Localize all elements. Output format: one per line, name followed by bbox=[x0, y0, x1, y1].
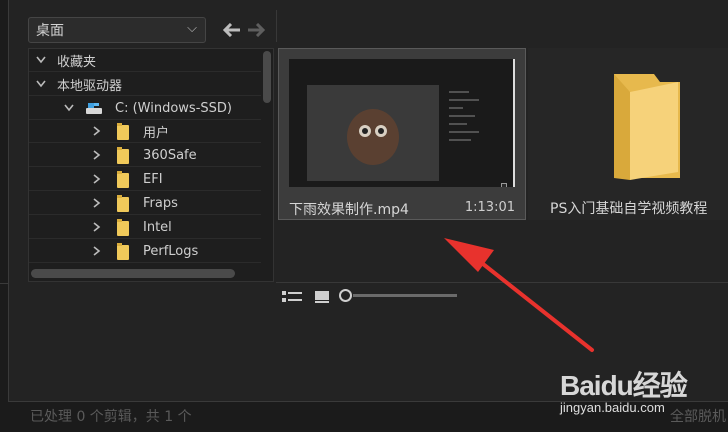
folder-icon bbox=[117, 219, 129, 236]
tiles-divider bbox=[276, 282, 728, 283]
chevron-right-icon[interactable] bbox=[91, 197, 103, 209]
location-dropdown[interactable]: 桌面 ⌵ bbox=[28, 17, 206, 43]
back-button[interactable] bbox=[222, 20, 242, 40]
icon-view-icon[interactable] bbox=[314, 290, 330, 303]
location-label: 桌面 bbox=[36, 23, 64, 39]
tree-item-favorites[interactable]: 收藏夹 bbox=[29, 49, 261, 72]
video-thumbnail[interactable] bbox=[289, 59, 515, 187]
folder-icon bbox=[117, 123, 129, 140]
arrow-left-icon bbox=[223, 23, 240, 37]
thumbnail-frame bbox=[307, 85, 439, 181]
folder-icon bbox=[117, 171, 129, 188]
tree-item-folder[interactable]: 360Safe bbox=[29, 144, 261, 167]
playhead[interactable] bbox=[501, 183, 507, 187]
zoom-slider-knob[interactable] bbox=[339, 289, 352, 302]
tree-item-label: 360Safe bbox=[143, 147, 197, 163]
tree-item-label: EFI bbox=[143, 171, 163, 187]
thumbnail-ui bbox=[449, 91, 479, 141]
thumbnail-edge bbox=[513, 59, 515, 187]
list-view-icon[interactable] bbox=[282, 290, 304, 304]
chevron-down-icon[interactable] bbox=[35, 78, 47, 90]
video-filename: 下雨效果制作.mp4 bbox=[289, 202, 409, 218]
tree-item-label: 用户 bbox=[143, 125, 170, 141]
owl-image bbox=[347, 109, 399, 165]
tree-item-folder[interactable]: PerfLogs bbox=[29, 240, 261, 263]
tree-item-folder[interactable]: EFI bbox=[29, 168, 261, 191]
forward-button[interactable] bbox=[246, 20, 266, 40]
tree-item-label: C: (Windows-SSD) bbox=[115, 100, 232, 116]
chevron-right-icon[interactable] bbox=[91, 245, 103, 257]
tree-item-label: 收藏夹 bbox=[57, 54, 97, 70]
baidu-watermark: Baidu经验 jingyan.baidu.com bbox=[560, 360, 728, 420]
chevron-right-icon[interactable] bbox=[91, 221, 103, 233]
chevron-down-icon[interactable] bbox=[35, 54, 47, 66]
status-text: 已处理 0 个剪辑，共 1 个 bbox=[30, 409, 192, 425]
panel-edge bbox=[0, 283, 8, 284]
drive-icon bbox=[85, 102, 103, 119]
tree-vertical-scrollbar[interactable] bbox=[263, 51, 271, 103]
tree-item-folder[interactable]: 用户 bbox=[29, 120, 261, 143]
tree-item-label: PerfLogs bbox=[143, 243, 199, 259]
toolbar-divider bbox=[276, 10, 277, 42]
folder-name: PS入门基础自学视频教程 bbox=[550, 201, 708, 217]
watermark-logo: Baidu经验 bbox=[560, 370, 688, 401]
chevron-down-icon[interactable] bbox=[63, 102, 75, 114]
zoom-slider-track[interactable] bbox=[353, 294, 457, 297]
folder-icon bbox=[614, 74, 680, 180]
tree-item-label: Intel bbox=[143, 219, 172, 235]
watermark-url: jingyan.baidu.com bbox=[560, 400, 665, 415]
media-tile-video[interactable]: 下雨效果制作.mp4 1:13:01 bbox=[278, 48, 526, 220]
tree-item-label: Fraps bbox=[143, 195, 178, 211]
tree-horizontal-scrollbar[interactable] bbox=[31, 269, 235, 278]
tree-item-folder[interactable]: Fraps bbox=[29, 192, 261, 215]
tree-item-c-drive[interactable]: C: (Windows-SSD) bbox=[29, 97, 261, 120]
chevron-right-icon[interactable] bbox=[91, 149, 103, 161]
chevron-down-icon: ⌵ bbox=[187, 21, 197, 36]
chevron-right-icon[interactable] bbox=[91, 173, 103, 185]
folder-icon bbox=[117, 147, 129, 164]
folder-icon bbox=[117, 195, 129, 212]
tree-item-local-drives[interactable]: 本地驱动器 bbox=[29, 73, 261, 96]
tree-item-label: 本地驱动器 bbox=[57, 78, 123, 94]
video-duration: 1:13:01 bbox=[464, 200, 515, 215]
chevron-right-icon[interactable] bbox=[91, 125, 103, 137]
media-tile-folder[interactable]: PS入门基础自学视频教程 bbox=[528, 48, 728, 220]
tree-item-folder[interactable]: Intel bbox=[29, 216, 261, 239]
folder-icon bbox=[117, 243, 129, 260]
arrow-right-icon bbox=[248, 23, 265, 37]
folder-tree[interactable]: 收藏夹 本地驱动器 C: (Windows-SSD) 用户 360Safe EF… bbox=[28, 48, 274, 282]
